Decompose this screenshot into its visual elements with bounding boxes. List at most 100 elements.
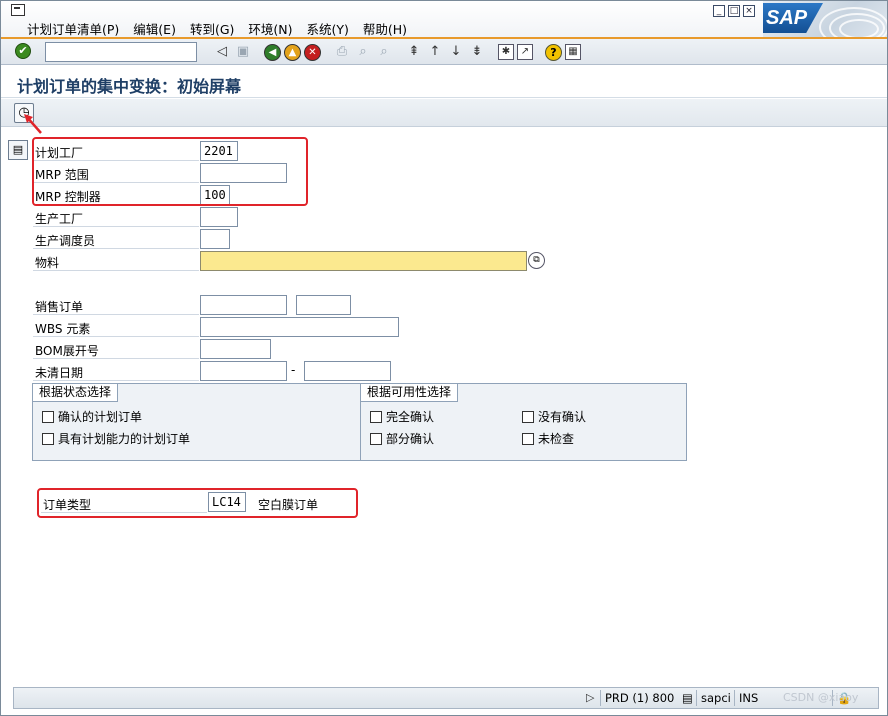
label-underline	[33, 358, 199, 359]
checkbox[interactable]	[370, 410, 382, 423]
label-production-scheduler: 生产调度员	[35, 234, 96, 248]
label-bom-explosion: BOM展开号	[35, 344, 99, 358]
logo-swirl	[839, 19, 879, 37]
bom-explosion-input[interactable]	[200, 339, 271, 359]
new-session-icon[interactable]: ✱	[498, 44, 514, 60]
system-toolbar: ✔ ◁ ▣ ◀ ▲ ✕ ⎙ ⌕ ⌕ ⇞ ↑ ↓ ⇟ ✱ ↗ ? ▦	[1, 37, 887, 65]
checkbox-capacity-planned-orders[interactable]: 具有计划能力的计划订单	[42, 430, 190, 447]
application-toolbar: ◷	[1, 99, 887, 127]
help-icon[interactable]: ?	[545, 43, 562, 61]
label-underline	[33, 226, 199, 227]
first-page-icon[interactable]: ⇞	[405, 43, 423, 61]
find-icon[interactable]: ⌕	[354, 43, 372, 61]
toolbar-separator	[255, 43, 261, 61]
exit-icon[interactable]: ▲	[284, 43, 301, 61]
label-underline	[33, 248, 199, 249]
enter-check-icon[interactable]: ✔	[15, 43, 31, 59]
annotation-arrow-icon	[24, 114, 42, 134]
command-field[interactable]	[45, 42, 197, 62]
production-scheduler-input[interactable]	[200, 229, 230, 249]
wbs-element-input[interactable]	[200, 317, 399, 337]
menu-help[interactable]: 帮助(H)	[363, 19, 407, 38]
menu-planned-order-list[interactable]: 计划订单清单(P)	[27, 19, 119, 38]
command-field-toggle-icon[interactable]: ◁	[213, 43, 231, 61]
checkbox-not-confirmed[interactable]: 没有确认	[522, 408, 586, 425]
variant-selection-icon[interactable]: ▤	[8, 140, 28, 160]
menu-environment[interactable]: 环境(N)	[248, 19, 292, 38]
back-icon[interactable]: ◀	[264, 43, 281, 61]
checkbox-fully-confirmed[interactable]: 完全确认	[370, 408, 434, 425]
previous-page-icon[interactable]: ↑	[426, 43, 444, 61]
checkbox[interactable]	[42, 410, 54, 423]
last-page-icon[interactable]: ⇟	[468, 43, 486, 61]
status-expand-icon[interactable]: ▷	[586, 691, 594, 704]
highlight-box-plant-mrp	[32, 137, 308, 206]
sales-order-input[interactable]	[200, 295, 287, 315]
system-info-list-icon[interactable]: ▤	[678, 690, 696, 706]
save-icon[interactable]: ▣	[234, 43, 252, 61]
checkbox[interactable]	[522, 432, 534, 445]
toolbar-separator	[396, 43, 402, 61]
sap-logo: SAP	[763, 1, 887, 37]
checkbox[interactable]	[522, 410, 534, 423]
watermark: CSDN @xiaoy	[783, 691, 859, 704]
status-group-title: 根据状态选择	[33, 384, 119, 402]
menu-bar: 计划订单清单(P) 编辑(E) 转到(G) 环境(N) 系统(Y) 帮助(H) …	[1, 1, 887, 37]
label-wbs-element: WBS 元素	[35, 322, 91, 336]
window-controls: _ □ ×	[713, 5, 755, 17]
multiple-selection-icon[interactable]: ⧉	[528, 252, 545, 269]
selection-screen: ▤ 计划工厂 MRP 范围 MRP 控制器 生产工厂 生产调度员 物料 销售订单…	[1, 128, 887, 683]
availability-selection-group: 根据可用性选择 完全确认 没有确认 部分确认 未检查	[360, 383, 687, 461]
find-next-icon[interactable]: ⌕	[375, 43, 393, 61]
toolbar-icons: ◁ ▣ ◀ ▲ ✕ ⎙ ⌕ ⌕ ⇞ ↑ ↓ ⇟ ✱ ↗ ? ▦	[213, 43, 581, 61]
toolbar-separator	[489, 43, 495, 61]
system-info[interactable]: PRD (1) 800	[600, 690, 688, 706]
checkbox-label: 确认的计划订单	[58, 410, 143, 424]
shortcut-icon[interactable]: ↗	[517, 44, 533, 60]
sales-order-item-input[interactable]	[296, 295, 351, 315]
label-underline	[33, 270, 199, 271]
checkbox[interactable]	[42, 432, 54, 445]
menu-edit[interactable]: 编辑(E)	[133, 19, 176, 38]
checkbox-confirmed-planned-orders[interactable]: 确认的计划订单	[42, 408, 142, 425]
checkbox-partially-confirmed[interactable]: 部分确认	[370, 430, 434, 447]
label-sales-order: 销售订单	[35, 300, 84, 314]
checkbox-not-checked[interactable]: 未检查	[522, 430, 574, 447]
print-icon[interactable]: ⎙	[333, 43, 351, 61]
menu-goto[interactable]: 转到(G)	[190, 19, 234, 38]
layout-menu-icon[interactable]: ▦	[565, 44, 581, 60]
checkbox-label: 部分确认	[386, 432, 435, 446]
label-open-date: 未清日期	[35, 366, 84, 380]
label-underline	[33, 380, 199, 381]
minimize-button[interactable]: _	[713, 5, 725, 17]
checkbox-label: 完全确认	[386, 410, 435, 424]
window-menu-icon[interactable]	[11, 4, 25, 16]
open-date-to-input[interactable]	[304, 361, 391, 381]
label-production-plant: 生产工厂	[35, 212, 84, 226]
toolbar-separator	[324, 43, 330, 61]
status-selection-group: 根据状态选择 确认的计划订单 具有计划能力的计划订单	[32, 383, 361, 461]
checkbox-label: 没有确认	[538, 410, 587, 424]
label-underline	[33, 314, 199, 315]
menu-list: 计划订单清单(P) 编辑(E) 转到(G) 环境(N) 系统(Y) 帮助(H)	[27, 19, 407, 38]
insert-mode: INS	[734, 690, 766, 706]
toolbar-separator	[536, 43, 542, 61]
server-name: sapci	[696, 690, 734, 706]
menu-system[interactable]: 系统(Y)	[307, 19, 349, 38]
maximize-button[interactable]: □	[728, 5, 740, 17]
sap-logo-text: SAP	[763, 3, 823, 33]
cancel-icon[interactable]: ✕	[304, 43, 321, 61]
checkbox[interactable]	[370, 432, 382, 445]
highlight-box-order-type	[37, 488, 358, 518]
label-material: 物料	[35, 256, 60, 270]
next-page-icon[interactable]: ↓	[447, 43, 465, 61]
page-title: 计划订单的集中变换：初始屏幕	[17, 77, 242, 96]
material-input[interactable]	[200, 251, 527, 271]
status-bar: ▷ PRD (1) 800 ▤ sapci INS 🔒	[13, 687, 879, 709]
availability-group-title: 根据可用性选择	[361, 384, 459, 402]
production-plant-input[interactable]	[200, 207, 238, 227]
open-date-from-input[interactable]	[200, 361, 287, 381]
checkbox-label: 具有计划能力的计划订单	[58, 432, 191, 446]
label-underline	[33, 336, 199, 337]
close-window-button[interactable]: ×	[743, 5, 755, 17]
